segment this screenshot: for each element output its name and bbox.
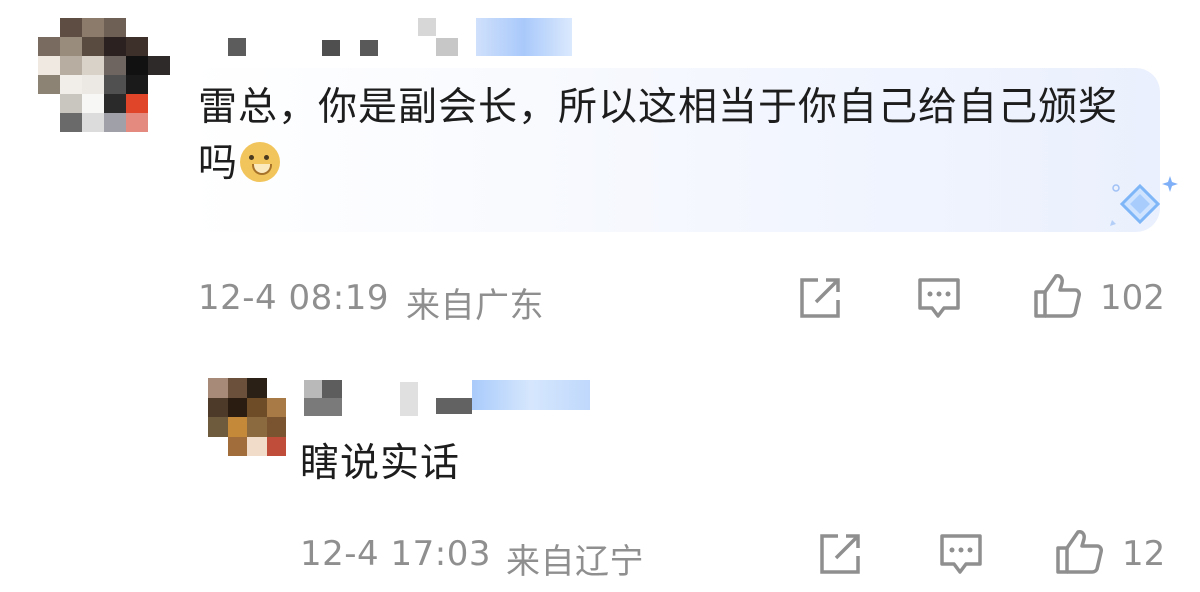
reply-timestamp: 12-4 17:03 <box>300 534 491 574</box>
thumbs-up-icon[interactable] <box>1032 272 1082 320</box>
comment-location: 来自广东 <box>406 286 544 326</box>
reply-comment-icon[interactable] <box>938 532 984 576</box>
avatar[interactable] <box>38 18 170 132</box>
reply-location: 来自辽宁 <box>506 542 644 582</box>
reply-avatar[interactable] <box>208 378 286 456</box>
username[interactable] <box>228 18 572 58</box>
like-count: 102 <box>1100 278 1165 318</box>
reply-like-count: 12 <box>1122 534 1166 574</box>
doge-emoji-icon <box>240 142 281 182</box>
comment-body: 雷总，你是副会长，所以这相当于你自己给自己颁奖吗 <box>198 85 1119 186</box>
reply-text: 瞎说实话 <box>300 441 461 486</box>
comment-text: 雷总，你是副会长，所以这相当于你自己给自己颁奖吗 <box>198 80 1128 192</box>
reply-username[interactable] <box>304 380 590 418</box>
reply-thumbs-up-icon[interactable] <box>1054 528 1104 576</box>
share-icon[interactable] <box>798 276 842 320</box>
comment-timestamp: 12-4 08:19 <box>198 278 389 318</box>
badge-decoration-icon <box>1110 176 1178 226</box>
reply-share-icon[interactable] <box>818 532 862 576</box>
comment-icon[interactable] <box>916 276 962 320</box>
